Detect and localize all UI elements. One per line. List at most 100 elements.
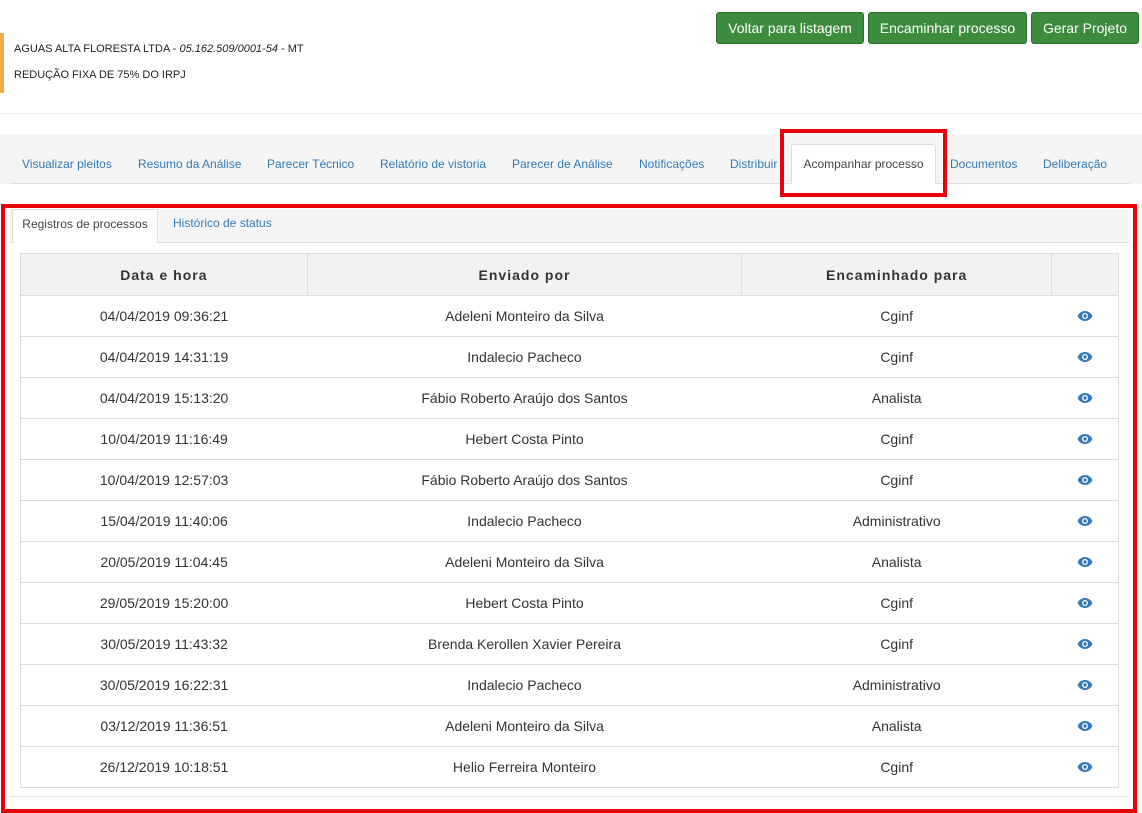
table-row: 30/05/2019 11:43:32 Brenda Kerollen Xavie… xyxy=(20,623,1119,665)
table-row: 04/04/2019 09:36:21 Adeleni Monteiro da S… xyxy=(20,295,1119,337)
company-line: AGUAS ALTA FLORESTA LTDA - 05.162.509/00… xyxy=(14,43,304,55)
table-row: 15/04/2019 11:40:06 Indalecio Pacheco Admi… xyxy=(20,500,1119,542)
header-forwarded-to: Encaminhado para xyxy=(741,253,1053,296)
state-separator: - xyxy=(277,43,288,55)
cell-action xyxy=(1051,336,1119,378)
cell-forwarded-to: Cginf xyxy=(741,746,1052,788)
table-body: 04/04/2019 09:36:21 Adeleni Monteiro da S… xyxy=(20,295,1119,788)
header-date-time: Data e hora xyxy=(20,253,308,296)
cell-sent-by: Helio Ferreira Monteiro xyxy=(307,746,742,788)
cell-action xyxy=(1051,418,1119,460)
cell-date-time: 30/05/2019 16:22:31 xyxy=(20,664,308,706)
eye-icon[interactable] xyxy=(1077,760,1093,776)
cell-sent-by: Hebert Costa Pinto xyxy=(307,582,742,624)
cell-forwarded-to: Cginf xyxy=(741,336,1052,378)
cell-date-time: 10/04/2019 11:16:49 xyxy=(20,418,308,460)
eye-icon[interactable] xyxy=(1077,719,1093,735)
cell-sent-by: Indalecio Pacheco xyxy=(307,500,742,542)
cell-action xyxy=(1051,541,1119,583)
cell-sent-by: Hebert Costa Pinto xyxy=(307,418,742,460)
cell-date-time: 30/05/2019 11:43:32 xyxy=(20,623,308,665)
cell-forwarded-to: Administrativo xyxy=(741,500,1052,542)
eye-icon[interactable] xyxy=(1077,555,1093,571)
cell-action xyxy=(1051,705,1119,747)
header-accent-bar xyxy=(0,33,4,93)
cell-sent-by: Fábio Roberto Araújo dos Santos xyxy=(307,459,742,501)
eye-icon[interactable] xyxy=(1077,678,1093,694)
tab-distribuir[interactable]: Distribuir xyxy=(730,157,777,171)
cell-date-time: 04/04/2019 15:13:20 xyxy=(20,377,308,419)
eye-icon[interactable] xyxy=(1077,391,1093,407)
generate-project-button[interactable]: Gerar Projeto xyxy=(1031,12,1139,44)
table-row: 04/04/2019 15:13:20 Fábio Roberto Araújo … xyxy=(20,377,1119,419)
cell-forwarded-to: Cginf xyxy=(741,295,1052,337)
table-row: 26/12/2019 10:18:51 Helio Ferreira Montei… xyxy=(20,746,1119,788)
tab-parecer-tecnico[interactable]: Parecer Técnico xyxy=(267,157,354,171)
eye-icon[interactable] xyxy=(1077,432,1093,448)
cell-sent-by: Indalecio Pacheco xyxy=(307,336,742,378)
table-row: 04/04/2019 14:31:19 Indalecio Pacheco Cgin… xyxy=(20,336,1119,378)
subtab-historico-status[interactable]: Histórico de status xyxy=(173,216,272,230)
tab-relatorio-vistoria[interactable]: Relatório de vistoria xyxy=(380,157,486,171)
cell-forwarded-to: Analista xyxy=(741,705,1052,747)
tab-visualizar-pleitos[interactable]: Visualizar pleitos xyxy=(22,157,112,171)
eye-icon[interactable] xyxy=(1077,309,1093,325)
tab-deliberacao[interactable]: Deliberação xyxy=(1043,157,1107,171)
header-sent-by: Enviado por xyxy=(306,253,743,296)
eye-icon[interactable] xyxy=(1077,473,1093,489)
company-separator: - xyxy=(169,43,180,55)
cell-sent-by: Adeleni Monteiro da Silva xyxy=(307,295,742,337)
table-row: 29/05/2019 15:20:00 Hebert Costa Pinto Cgi… xyxy=(20,582,1119,624)
cell-date-time: 10/04/2019 12:57:03 xyxy=(20,459,308,501)
tab-notificacoes[interactable]: Notificações xyxy=(639,157,704,171)
cell-date-time: 15/04/2019 11:40:06 xyxy=(20,500,308,542)
cell-action xyxy=(1051,377,1119,419)
cell-action xyxy=(1051,623,1119,665)
tab-acompanhar-processo[interactable]: Acompanhar processo xyxy=(791,144,936,184)
cell-date-time: 20/05/2019 11:04:45 xyxy=(20,541,308,583)
panel-bottom-rule xyxy=(10,796,1129,797)
cell-date-time: 29/05/2019 15:20:00 xyxy=(20,582,308,624)
table-row: 30/05/2019 16:22:31 Indalecio Pacheco Admi… xyxy=(20,664,1119,706)
cell-action xyxy=(1051,664,1119,706)
cell-forwarded-to: Analista xyxy=(741,377,1052,419)
cell-sent-by: Adeleni Monteiro da Silva xyxy=(307,705,742,747)
cell-action xyxy=(1051,582,1119,624)
cell-action xyxy=(1051,459,1119,501)
header-actions xyxy=(1051,253,1119,296)
cell-sent-by: Fábio Roberto Araújo dos Santos xyxy=(307,377,742,419)
cell-date-time: 26/12/2019 10:18:51 xyxy=(20,746,308,788)
cell-date-time: 03/12/2019 11:36:51 xyxy=(20,705,308,747)
forward-process-button[interactable]: Encaminhar processo xyxy=(868,12,1027,44)
company-state: MT xyxy=(287,43,304,55)
tab-documentos[interactable]: Documentos xyxy=(950,157,1017,171)
cell-action xyxy=(1051,295,1119,337)
table-row: 03/12/2019 11:36:51 Adeleni Monteiro da S… xyxy=(20,705,1119,747)
cell-sent-by: Adeleni Monteiro da Silva xyxy=(307,541,742,583)
subtab-registros-processos[interactable]: Registros de processos xyxy=(12,209,158,243)
tabbar-divider xyxy=(10,183,1130,184)
back-to-list-button[interactable]: Voltar para listagem xyxy=(716,12,864,44)
eye-icon[interactable] xyxy=(1077,350,1093,366)
cell-forwarded-to: Analista xyxy=(741,541,1052,583)
cell-action xyxy=(1051,500,1119,542)
cell-date-time: 04/04/2019 14:31:19 xyxy=(20,336,308,378)
tab-parecer-analise[interactable]: Parecer de Análise xyxy=(512,157,613,171)
table-row: 10/04/2019 12:57:03 Fábio Roberto Araújo … xyxy=(20,459,1119,501)
benefit-name: REDUÇÃO FIXA DE 75% DO IRPJ xyxy=(14,69,186,81)
cell-forwarded-to: Cginf xyxy=(741,582,1052,624)
cell-forwarded-to: Cginf xyxy=(741,418,1052,460)
table-header-row: Data e hora Enviado por Encaminhado para xyxy=(20,253,1119,296)
cell-forwarded-to: Administrativo xyxy=(741,664,1052,706)
company-cnpj: 05.162.509/0001-54 xyxy=(179,43,278,55)
cell-action xyxy=(1051,746,1119,788)
eye-icon[interactable] xyxy=(1077,596,1093,612)
process-records-table: Data e hora Enviado por Encaminhado para… xyxy=(20,253,1119,788)
company-name: AGUAS ALTA FLORESTA LTDA xyxy=(14,43,170,55)
tab-resumo-analise[interactable]: Resumo da Análise xyxy=(138,157,241,171)
eye-icon[interactable] xyxy=(1077,514,1093,530)
cell-forwarded-to: Cginf xyxy=(741,623,1052,665)
cell-sent-by: Brenda Kerollen Xavier Pereira xyxy=(307,623,742,665)
eye-icon[interactable] xyxy=(1077,637,1093,653)
table-row: 20/05/2019 11:04:45 Adeleni Monteiro da S… xyxy=(20,541,1119,583)
